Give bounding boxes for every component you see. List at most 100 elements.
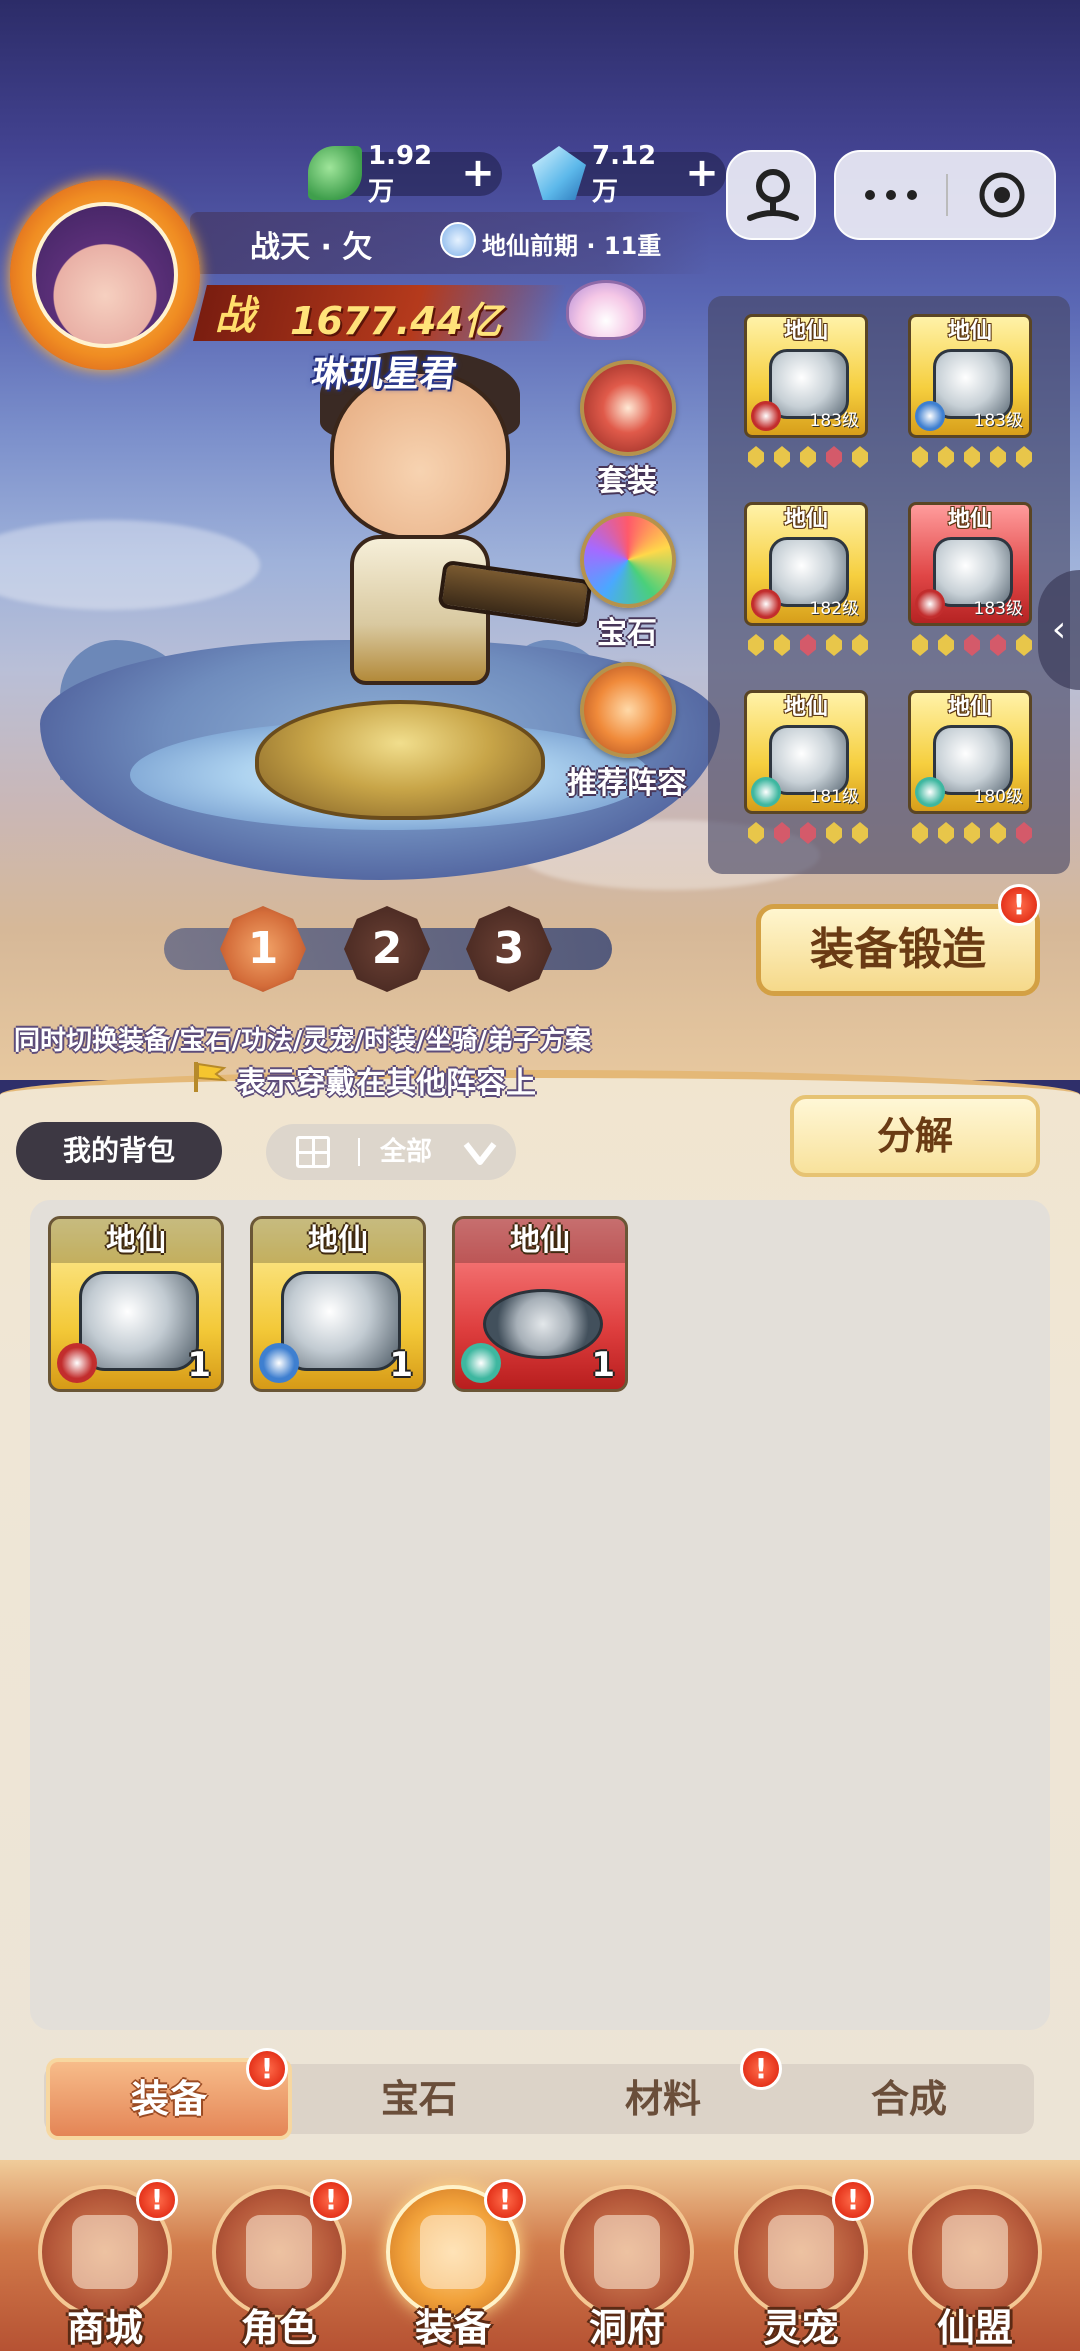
add-crystal-button[interactable]: + <box>684 153 720 193</box>
gem-row <box>912 822 1032 848</box>
jade-currency[interactable]: 1.92万 + <box>308 141 502 207</box>
gem-socket <box>748 446 764 468</box>
equip-slot-ring[interactable]: 地仙 181级 <box>744 690 868 856</box>
close-miniapp-button[interactable] <box>948 152 1056 238</box>
equip-card: 地仙 181级 <box>744 690 868 814</box>
belt-icon <box>483 1289 603 1359</box>
realm-icon <box>440 222 476 258</box>
element-badge-icon <box>915 589 945 619</box>
gem-socket <box>826 634 842 656</box>
nav-equipment[interactable]: 装备! <box>378 2179 528 2351</box>
gem-socket <box>912 822 928 844</box>
equip-slot-boots[interactable]: 地仙 180级 <box>908 690 1032 856</box>
cloud <box>0 520 260 610</box>
gem-socket <box>938 634 954 656</box>
lotus-icon[interactable] <box>566 280 646 340</box>
avatar-frame[interactable] <box>10 180 200 370</box>
realm-level: 地仙前期 · 11重 <box>440 222 661 261</box>
target-icon <box>979 172 1025 218</box>
tab-gems[interactable]: 宝石 <box>296 2058 542 2140</box>
loadout-3-button[interactable]: 3 <box>466 906 552 992</box>
other-loadout-hint-text: 表示穿戴在其他阵容上 <box>236 1066 536 1101</box>
bag-item-card: 地仙 1 <box>48 1216 224 1392</box>
gem-socket <box>748 822 764 844</box>
nav-label: 洞府 <box>588 2306 665 2350</box>
nav-alert-badge: ! <box>310 2179 352 2221</box>
nav-alert-badge: ! <box>832 2179 874 2221</box>
boots-icon <box>79 1271 199 1371</box>
bag-item-belt[interactable]: 地仙 1 <box>452 1216 628 1392</box>
equip-level: 182级 <box>809 599 859 619</box>
gem-row <box>912 446 1032 472</box>
account-button[interactable] <box>726 150 816 240</box>
nav-pet[interactable]: 灵宠! <box>726 2179 876 2351</box>
gem-socket <box>774 446 790 468</box>
boots-icon <box>281 1271 401 1371</box>
flag-icon <box>194 1062 228 1092</box>
equip-slot-belt[interactable]: 地仙 183级 <box>908 502 1032 668</box>
bag-item-count: 1 <box>187 1345 211 1385</box>
power-label: 战 <box>215 293 255 339</box>
add-jade-button[interactable]: + <box>460 153 496 193</box>
gem-row <box>748 634 868 660</box>
gem-socket <box>938 446 954 468</box>
loadout-info-text: 同时切换装备/宝石/功法/灵宠/时装/坐骑/弟子方案 <box>14 1026 591 1056</box>
crystal-amount: 7.12万 <box>592 140 657 207</box>
bag-item-boots[interactable]: 地仙 1 <box>48 1216 224 1392</box>
filter-divider <box>358 1138 360 1166</box>
nav-alert-badge: ! <box>484 2179 526 2221</box>
chevron-down-icon <box>463 1142 497 1165</box>
element-badge-icon <box>461 1343 501 1383</box>
nav-label: 商城 <box>66 2306 143 2350</box>
nav-label: 角色 <box>240 2306 317 2350</box>
thumbs-up-icon <box>580 662 676 758</box>
equip-tier: 地仙 <box>783 507 828 532</box>
equip-tier: 地仙 <box>947 695 992 720</box>
hero-head <box>330 370 510 540</box>
nav-alert-badge: ! <box>136 2179 178 2221</box>
gem-socket <box>826 446 842 468</box>
more-dots-icon <box>865 190 917 200</box>
gem-socket <box>990 634 1006 656</box>
bag-item-boots[interactable]: 地仙 1 <box>250 1216 426 1392</box>
nav-alliance[interactable]: 仙盟 <box>900 2185 1050 2351</box>
nav-cave[interactable]: 洞府 <box>552 2185 702 2351</box>
gem-row <box>748 822 868 848</box>
bag-item-tier: 地仙 <box>308 1223 368 1258</box>
more-button[interactable] <box>836 152 946 238</box>
other-loadout-hint: 表示穿戴在其他阵容上 <box>192 1058 536 1102</box>
loadout-2-button[interactable]: 2 <box>344 906 430 992</box>
gem-socket <box>800 822 816 844</box>
decompose-button[interactable]: 分解 <box>790 1095 1040 1177</box>
fist-shield-icon <box>580 360 676 456</box>
equip-slot-sword[interactable]: 地仙 183级 <box>744 314 868 480</box>
nav-character[interactable]: 角色! <box>204 2179 354 2351</box>
hero-title: 琳玑星君 <box>309 354 459 395</box>
equip-slot-armor[interactable]: 地仙 183级 <box>908 314 1032 480</box>
element-badge-icon <box>751 401 781 431</box>
equipment-forge-button[interactable]: 装备锻造 <box>756 904 1040 996</box>
tab-synthesis[interactable]: 合成 <box>786 2058 1032 2140</box>
equip-slot-helmet[interactable]: 地仙 182级 <box>744 502 868 668</box>
bag-item-card: 地仙 1 <box>250 1216 426 1392</box>
nav-shop[interactable]: 商城! <box>30 2179 180 2351</box>
materials-tab-alert-badge: ! <box>740 2048 782 2090</box>
recommended-lineup-label: 推荐阵容 <box>567 766 687 801</box>
gem-socket <box>912 634 928 656</box>
my-bag-label: 我的背包 <box>16 1122 222 1180</box>
gem-socket <box>774 634 790 656</box>
gem-socket <box>826 822 842 844</box>
filter-dropdown[interactable]: 全部 <box>266 1124 516 1180</box>
hero-character[interactable] <box>270 350 593 730</box>
crystal-currency[interactable]: 7.12万 + <box>532 141 726 207</box>
element-badge-icon <box>259 1343 299 1383</box>
equip-tier: 地仙 <box>947 319 992 344</box>
gem-socket <box>800 634 816 656</box>
gem-socket <box>800 446 816 468</box>
loadout-1-button[interactable]: 1 <box>220 906 306 992</box>
forge-alert-badge: ! <box>998 884 1040 926</box>
gem-socket <box>964 446 980 468</box>
game-screen: 琳玑星君 1.92万 + 7.12万 + 战天 · 欠 地仙前期 · 11重 战… <box>0 0 1080 2351</box>
gem-socket <box>964 634 980 656</box>
equipment-glyph <box>420 2215 486 2289</box>
